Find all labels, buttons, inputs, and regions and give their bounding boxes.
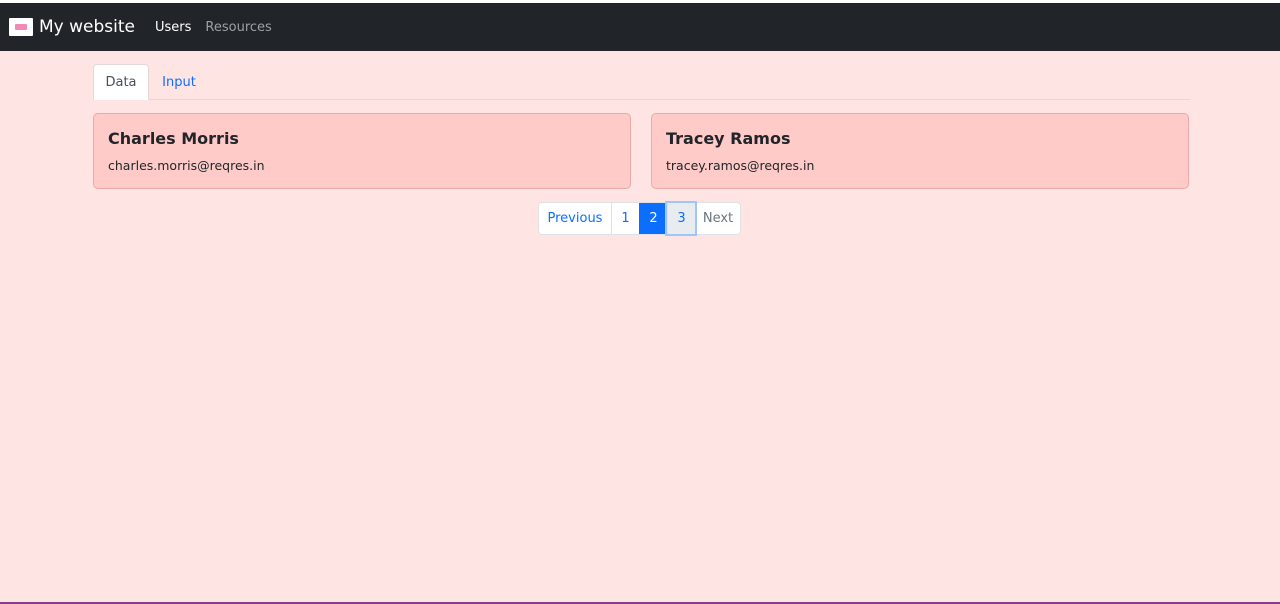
user-card: Tracey Ramos tracey.ramos@reqres.in	[651, 113, 1189, 189]
pagination-page-1[interactable]: 1	[611, 203, 639, 234]
user-card: Charles Morris charles.morris@reqres.in	[93, 113, 631, 189]
pagination: Previous 1 2 3 Next	[538, 202, 741, 235]
nav-link-users[interactable]: Users	[155, 20, 191, 35]
user-email: tracey.ramos@reqres.in	[666, 158, 815, 173]
navbar: My website Users Resources	[0, 3, 1280, 51]
brand-link[interactable]: My website	[9, 18, 135, 36]
user-name: Tracey Ramos	[666, 129, 791, 148]
tab-data[interactable]: Data	[93, 64, 149, 100]
pagination-next-button[interactable]: Next	[695, 203, 740, 234]
pagination-previous-button[interactable]: Previous	[539, 203, 611, 234]
user-email: charles.morris@reqres.in	[108, 158, 265, 173]
tab-bar: Data Input	[93, 64, 1190, 100]
brand-title: My website	[39, 16, 135, 37]
user-name: Charles Morris	[108, 129, 239, 148]
tab-input[interactable]: Input	[149, 64, 209, 100]
pagination-page-3[interactable]: 3	[667, 203, 695, 234]
nav-link-resources[interactable]: Resources	[205, 20, 271, 35]
pagination-page-2[interactable]: 2	[639, 203, 667, 234]
brand-logo-icon	[9, 18, 33, 36]
